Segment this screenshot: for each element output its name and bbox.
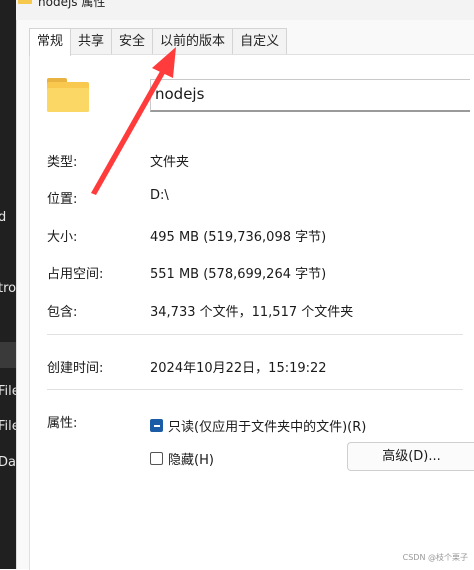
tab-bar: 常规 共享 安全 以前的版本 自定义 — [29, 28, 288, 56]
contains-value: 34,733 个文件，11,517 个文件夹 — [150, 305, 354, 320]
divider — [47, 389, 463, 390]
size-label: 大小: — [47, 230, 78, 245]
watermark: CSDN @枝个栗子 — [402, 553, 468, 562]
background-selection — [0, 342, 16, 368]
size-value: 495 MB (519,736,098 字节) — [150, 230, 327, 245]
tab-security[interactable]: 安全 — [111, 28, 154, 55]
properties-dialog: 常规 共享 安全 以前的版本 自定义 nodejs 类型: 文件夹 位置: D:… — [16, 20, 474, 570]
location-value: D:\ — [150, 188, 169, 203]
tab-customize[interactable]: 自定义 — [232, 28, 288, 55]
tab-sharing[interactable]: 共享 — [70, 28, 113, 55]
background-window: d tro File File Dat — [0, 0, 21, 569]
type-label: 类型: — [47, 155, 78, 170]
folder-name-input[interactable]: nodejs — [150, 79, 470, 112]
advanced-button[interactable]: 高级(D)... — [347, 442, 474, 471]
hidden-checkbox-label[interactable]: 隐藏(H) — [168, 449, 214, 468]
type-value: 文件夹 — [150, 155, 190, 170]
hidden-checkbox[interactable] — [150, 452, 163, 465]
background-text: d — [0, 210, 7, 225]
tab-general[interactable]: 常规 — [29, 28, 72, 56]
readonly-checkbox-label[interactable]: 只读(仅应用于文件夹中的文件)(R) — [168, 416, 366, 435]
attributes-label: 属性: — [47, 416, 78, 431]
location-label: 位置: — [47, 192, 78, 207]
folder-icon-small — [18, 0, 32, 4]
folder-icon — [47, 78, 89, 112]
created-label: 创建时间: — [47, 361, 104, 376]
size-on-disk-label: 占用空间: — [47, 267, 104, 282]
title-bar[interactable]: nodejs 属性 — [16, 0, 474, 20]
created-value: 2024年10月22日，15:19:22 — [150, 361, 327, 376]
window-title: nodejs 属性 — [38, 0, 106, 9]
contains-label: 包含: — [47, 305, 78, 320]
size-on-disk-value: 551 MB (578,699,264 字节) — [150, 267, 327, 282]
tab-previous-versions[interactable]: 以前的版本 — [152, 28, 234, 55]
readonly-checkbox[interactable] — [150, 419, 163, 432]
background-text: tro — [0, 281, 17, 296]
divider — [47, 334, 463, 335]
